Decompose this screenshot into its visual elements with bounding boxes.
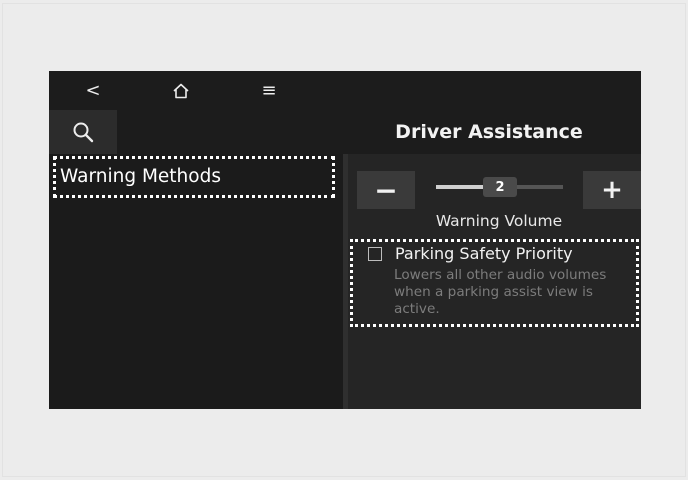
content-layer: − 2 + Warning Volume Parking Safety Prio… (49, 71, 641, 409)
parking-safety-priority-description: Lowers all other audio volumes when a pa… (394, 267, 607, 317)
volume-value: 2 (495, 179, 505, 195)
volume-decrease-button[interactable]: − (357, 171, 415, 209)
volume-slider-thumb[interactable]: 2 (483, 177, 517, 197)
plus-icon: + (601, 175, 623, 205)
warning-volume-label: Warning Volume (435, 212, 563, 230)
volume-increase-button[interactable]: + (583, 171, 641, 209)
minus-icon: − (374, 173, 398, 207)
parking-safety-priority-checkbox[interactable] (368, 247, 382, 261)
parking-safety-priority-label: Parking Safety Priority (395, 244, 573, 263)
